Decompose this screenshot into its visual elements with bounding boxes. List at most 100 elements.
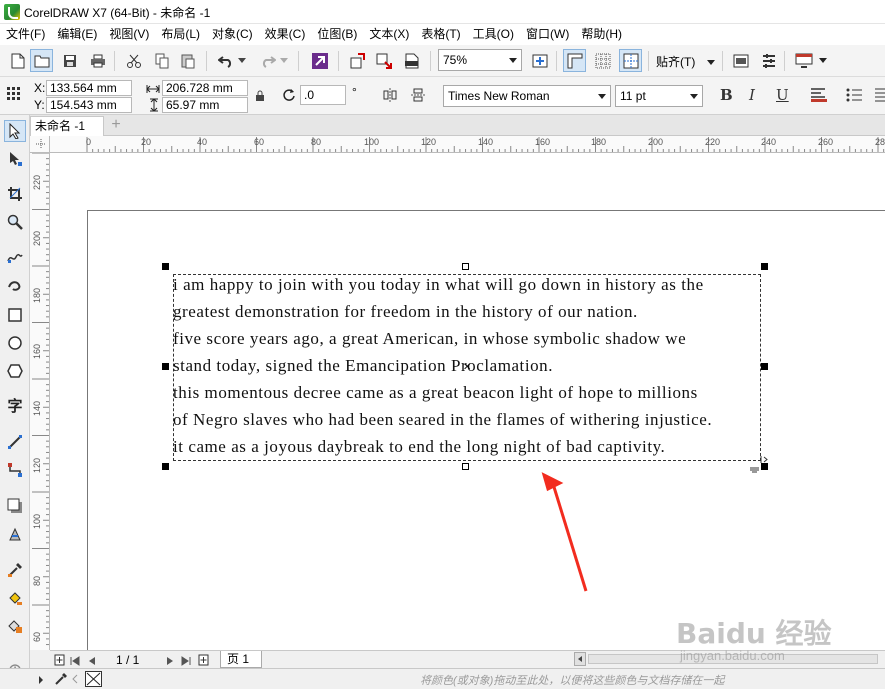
export-icon[interactable] [372,49,395,72]
options-icon[interactable] [729,49,752,72]
new-document-icon[interactable] [6,49,29,72]
view-grid-icon[interactable] [591,49,614,72]
save-icon[interactable] [58,49,81,72]
menu-layout[interactable]: 布局(L) [155,24,206,45]
parallel-dimension-tool-icon[interactable] [4,431,26,453]
selection-handle-bottom-left[interactable] [162,463,169,470]
connector-tool-icon[interactable] [4,459,26,481]
horizontal-scroll-left-icon[interactable] [574,652,586,666]
print-icon[interactable] [86,49,109,72]
menu-help[interactable]: 帮助(H) [575,24,628,45]
eyedropper-tool-icon[interactable] [4,559,26,581]
welcome-screen-icon[interactable] [792,49,815,72]
width-field[interactable]: 206.728 mm [162,80,248,96]
position-reference-icon[interactable] [6,86,22,105]
menu-edit[interactable]: 编辑(E) [51,24,103,45]
crop-tool-icon[interactable] [4,183,26,205]
new-tab-plus-icon[interactable]: + [108,117,124,134]
publish-pdf-icon[interactable] [400,49,423,72]
rotation-angle-field[interactable]: .0 [300,85,346,105]
bullet-list-icon[interactable] [846,87,862,106]
text-tool-icon[interactable]: 字 [4,394,26,416]
selection-handle-top-left[interactable] [162,263,169,270]
menu-view[interactable]: 视图(V) [103,24,155,45]
first-page-icon[interactable] [70,655,80,669]
pick-tool-icon[interactable] [4,120,26,142]
drawing-canvas[interactable]: i am happy to join with you today in wha… [50,153,885,650]
interactive-fill-tool-icon[interactable] [4,587,26,609]
menu-window[interactable]: 窗口(W) [520,24,575,45]
text-line[interactable]: this momentous decree came as a great be… [173,383,698,403]
text-line[interactable]: of Negro slaves who had been seared in t… [173,410,712,430]
mirror-vertical-icon[interactable] [410,87,426,106]
ruler-origin-corner[interactable] [30,136,50,153]
no-color-swatch-icon[interactable] [85,671,102,687]
menu-object[interactable]: 对象(C) [206,24,259,45]
vertical-ruler[interactable]: 220 200 180 160 140 120 100 80 60 [30,153,50,650]
x-position-field[interactable]: 133.564 mm [46,80,132,96]
text-line[interactable]: greatest demonstration for freedom in th… [173,302,638,322]
search-content-icon[interactable] [308,49,331,72]
selection-handle-bottom-middle[interactable] [462,463,469,470]
transparency-tool-icon[interactable] [4,523,26,545]
y-position-field[interactable]: 154.543 mm [46,97,132,113]
italic-button[interactable]: I [749,86,755,104]
mirror-horizontal-icon[interactable] [382,87,398,106]
font-size-select[interactable]: 11 pt [615,85,703,107]
show-rulers-icon[interactable] [563,49,586,72]
rectangle-tool-icon[interactable] [4,304,26,326]
artistic-media-tool-icon[interactable] [4,274,26,296]
menu-table[interactable]: 表格(T) [415,24,466,45]
palette-scroll-left-icon[interactable] [72,673,78,687]
welcome-chevron-down-icon[interactable] [816,49,830,72]
page-add-after-icon[interactable] [198,654,210,669]
application-launcher-icon[interactable] [757,49,780,72]
text-line[interactable]: it came as a joyous daybreak to end the … [173,437,665,457]
tab-page-1[interactable]: 页 1 [220,651,262,668]
column-resize-icon[interactable] [760,452,769,466]
cut-icon[interactable] [122,49,145,72]
menu-effects[interactable]: 效果(C) [259,24,312,45]
selection-handle-top-right[interactable] [761,263,768,270]
last-page-icon[interactable] [181,655,191,669]
text-line[interactable]: i am happy to join with you today in wha… [173,275,704,295]
zoom-tool-icon[interactable] [4,211,26,233]
polygon-tool-icon[interactable] [4,360,26,382]
text-alignment-icon[interactable] [810,87,828,106]
undo-dropdown-chevron-icon[interactable] [236,49,248,72]
height-field[interactable]: 65.97 mm [162,97,248,113]
menu-tools[interactable]: 工具(O) [467,24,520,45]
drop-cap-icon[interactable] [874,87,885,106]
menu-file[interactable]: 文件(F) [0,24,51,45]
menu-bitmaps[interactable]: 位图(B) [311,24,363,45]
eyedropper-small-icon[interactable] [54,672,68,689]
undo-icon[interactable] [214,49,237,72]
zoom-level-select[interactable]: 75% [438,49,522,71]
redo-dropdown-chevron-icon[interactable] [278,49,290,72]
font-family-select[interactable]: Times New Roman [443,85,611,107]
zoom-to-fit-icon[interactable] [528,49,551,72]
bold-button[interactable]: B [720,86,733,104]
text-line[interactable]: five score years ago, a great American, … [173,329,686,349]
copy-icon[interactable] [150,49,173,72]
import-icon[interactable] [346,49,369,72]
frame-overflow-icon[interactable] [750,463,759,477]
text-line[interactable]: stand today, signed the Emancipation Pro… [173,356,553,376]
next-page-icon[interactable] [166,655,174,669]
palette-expand-icon[interactable] [38,674,44,688]
selection-handle-middle-left[interactable] [162,363,169,370]
freehand-tool-icon[interactable] [4,246,26,268]
lock-ratio-icon[interactable] [255,90,265,105]
smart-fill-tool-icon[interactable] [4,615,26,637]
show-guidelines-icon[interactable] [619,49,642,72]
snap-to-dropdown[interactable]: 贴齐(T) [656,53,715,70]
selection-handle-top-middle[interactable] [462,263,469,270]
page-add-before-icon[interactable] [54,654,66,669]
ellipse-tool-icon[interactable] [4,332,26,354]
shape-tool-icon[interactable] [4,148,26,170]
tab-document[interactable]: 未命名 -1 [30,116,104,136]
redo-icon[interactable] [256,49,279,72]
horizontal-ruler[interactable]: 0 20 40 60 80 100 120 140 160 180 200 22… [50,136,885,153]
menu-text[interactable]: 文本(X) [363,24,415,45]
selection-handle-middle-right[interactable] [761,363,768,370]
